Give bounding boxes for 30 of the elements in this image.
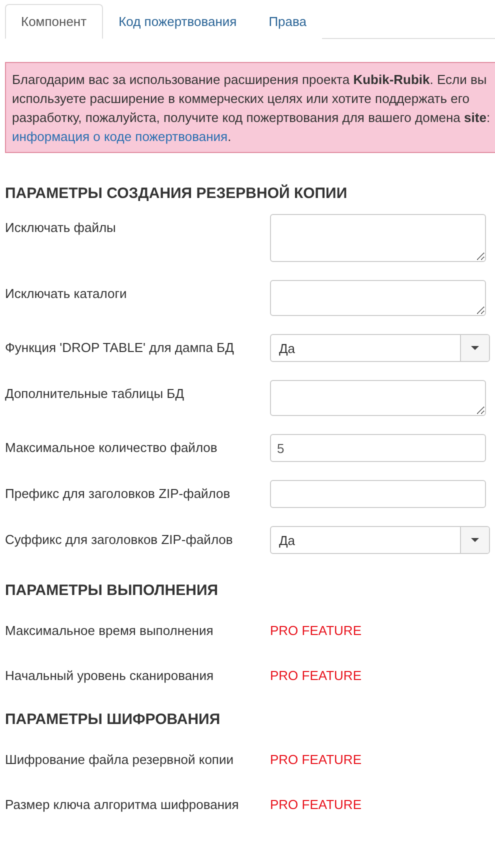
- field-label: Максимальное количество файлов: [5, 439, 218, 455]
- pro-feature-label: PRO FEATURE: [270, 623, 362, 638]
- section-heading: ПАРАМЕТРЫ ШИФРОВАНИЯ: [5, 711, 222, 728]
- field-label: Функция 'DROP TABLE' для дампа БД: [5, 339, 235, 355]
- text-area[interactable]: [270, 214, 486, 262]
- field-label: Исключать каталоги: [5, 285, 128, 301]
- field-label: Максимальное время выполнения: [5, 623, 214, 638]
- section-heading: ПАРАМЕТРЫ СОЗДАНИЯ РЕЗЕРВНОЙ КОПИИ: [5, 185, 348, 202]
- donation-info-link[interactable]: информация о коде пожертвования: [12, 129, 228, 144]
- pro-feature-label: PRO FEATURE: [270, 668, 362, 683]
- donation-notice: Благодарим вас за использование расширения проекта Kubik-Rubik. Если вы используете расширение в коммерческих целях или хотите поддержать его разработку, пожалуйста, получите код пожертвования для вашего домена site: информация о коде пожертвования.: [5, 62, 495, 153]
- select-dropdown[interactable]: Да: [270, 334, 490, 362]
- text-area[interactable]: [270, 380, 486, 416]
- text-area[interactable]: [270, 280, 486, 316]
- pro-feature-label: PRO FEATURE: [270, 797, 362, 812]
- input-field[interactable]: [270, 480, 486, 508]
- select-dropdown[interactable]: Да: [270, 526, 490, 554]
- field-label: Начальный уровень сканирования: [5, 668, 215, 683]
- pro-feature-label: PRO FEATURE: [270, 752, 362, 767]
- section-heading: ПАРАМЕТРЫ ВЫПОЛНЕНИЯ: [5, 582, 220, 599]
- field-label: Исключать файлы: [5, 219, 117, 235]
- caret-icon: [471, 346, 479, 350]
- field-label: Шифрование файла резервной копии: [5, 752, 234, 767]
- input-field[interactable]: 5: [270, 434, 486, 462]
- field-label: Префикс для заголовков ZIP-файлов: [5, 485, 232, 501]
- field-label: Размер ключа алгоритма шифрования: [5, 797, 240, 812]
- caret-icon: [471, 538, 479, 542]
- field-label: Дополнительные таблицы БД: [5, 385, 186, 401]
- field-label: Суффикс для заголовков ZIP-файлов: [5, 531, 234, 547]
- tab[interactable]: Компонент: [5, 4, 103, 39]
